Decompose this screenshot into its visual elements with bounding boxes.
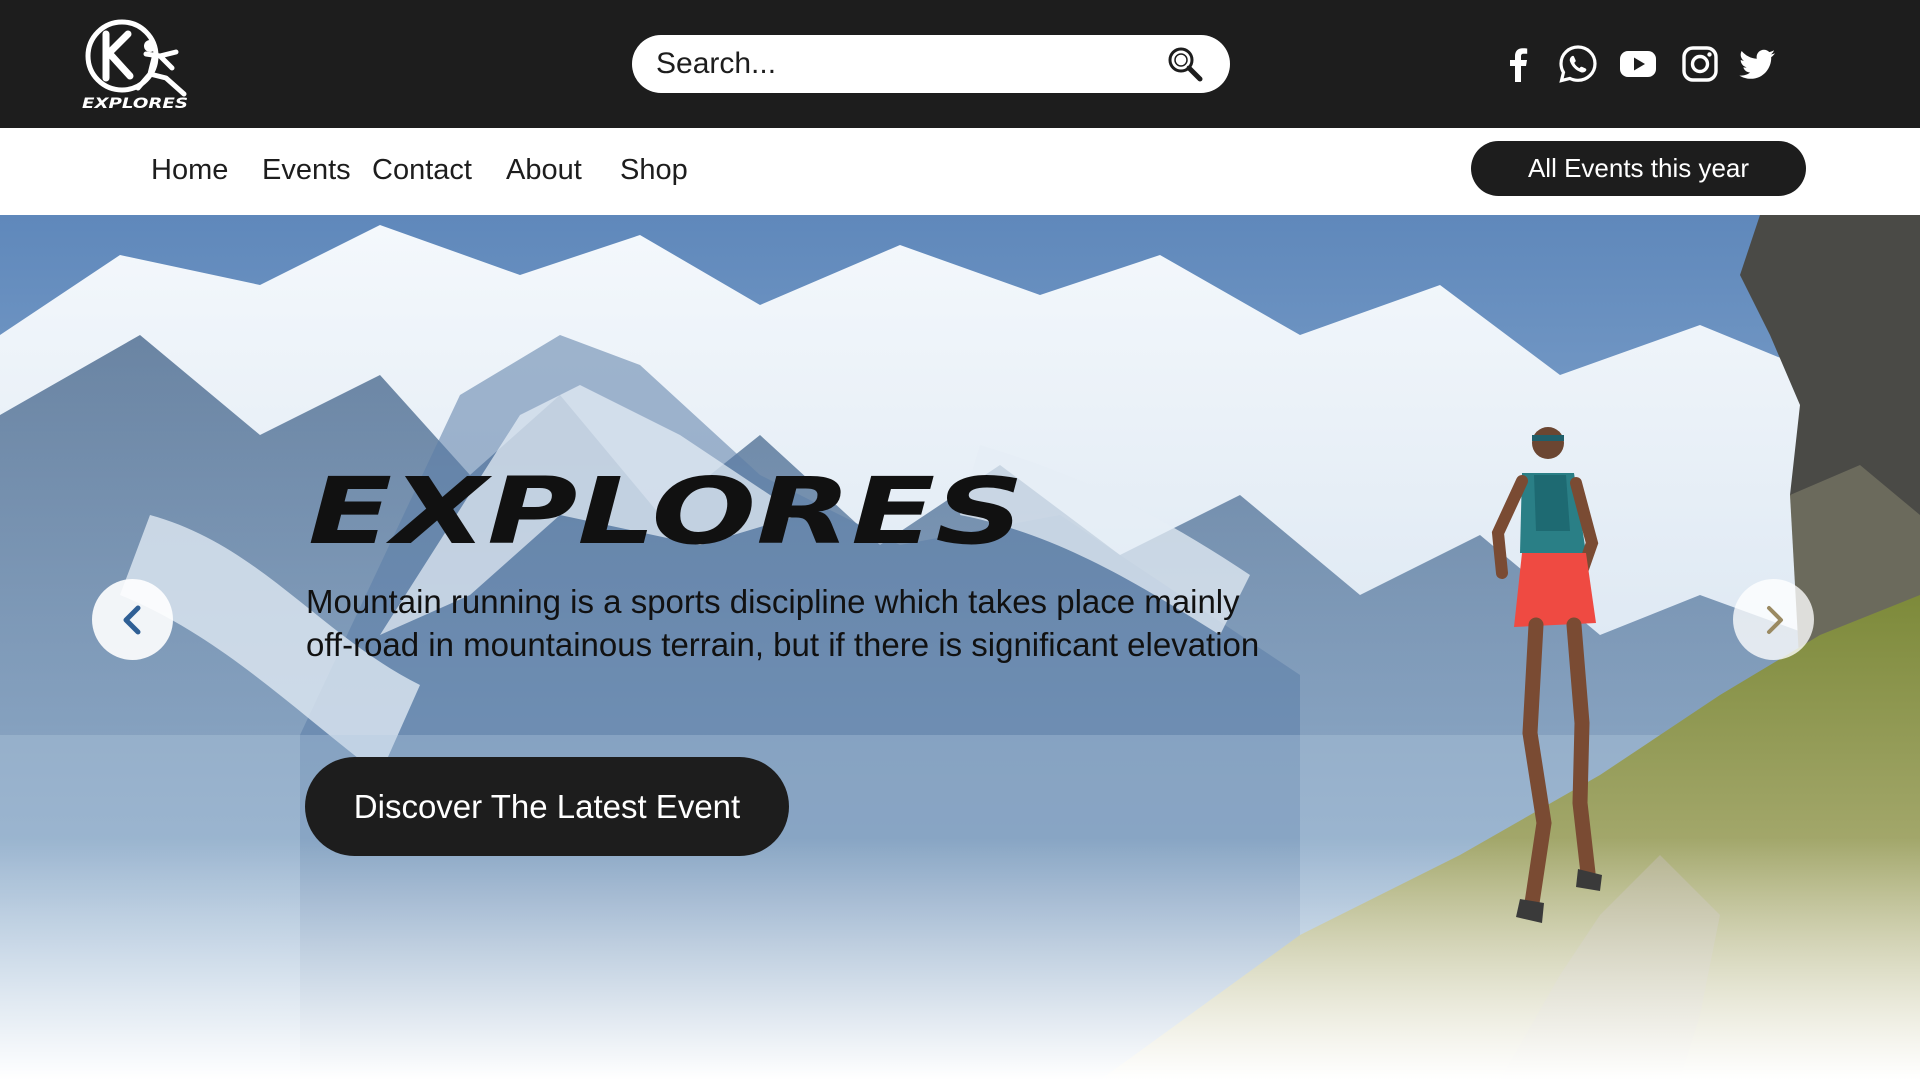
nav-about[interactable]: About [506,154,582,187]
runner-logo-icon: EXPLORES [82,19,188,112]
hero-description: Mountain running is a sports discipline … [306,583,1260,663]
twitter-icon[interactable] [1735,42,1779,86]
discover-latest-event-button[interactable]: Discover The Latest Event [305,757,789,856]
youtube-icon[interactable] [1616,42,1660,86]
nav-shop[interactable]: Shop [620,154,688,187]
facebook-icon[interactable] [1496,42,1540,86]
slider-next-button[interactable] [1733,579,1814,660]
nav-home[interactable]: Home [151,154,228,187]
search-input[interactable] [656,35,1156,93]
site-logo[interactable]: EXPLORES [80,16,192,112]
top-bar: EXPLORES [0,0,1920,128]
search-bar [632,35,1230,93]
hero-title: EXPLORES [308,465,1028,551]
search-icon[interactable] [1164,43,1206,85]
nav-events[interactable]: Events [262,154,351,187]
all-events-button[interactable]: All Events this year [1471,141,1806,196]
trail-runner-figure [1462,403,1642,1003]
logo-text: EXPLORES [82,96,188,112]
hero-banner: EXPLORES Mountain running is a sports di… [0,215,1920,1080]
hero-title-text: EXPLORES [308,465,1024,551]
whatsapp-icon[interactable] [1556,42,1600,86]
chevron-right-icon [1766,605,1783,634]
chevron-left-icon [123,605,140,634]
instagram-icon[interactable] [1678,42,1722,86]
slider-prev-button[interactable] [92,579,173,660]
nav-contact[interactable]: Contact [372,154,472,187]
